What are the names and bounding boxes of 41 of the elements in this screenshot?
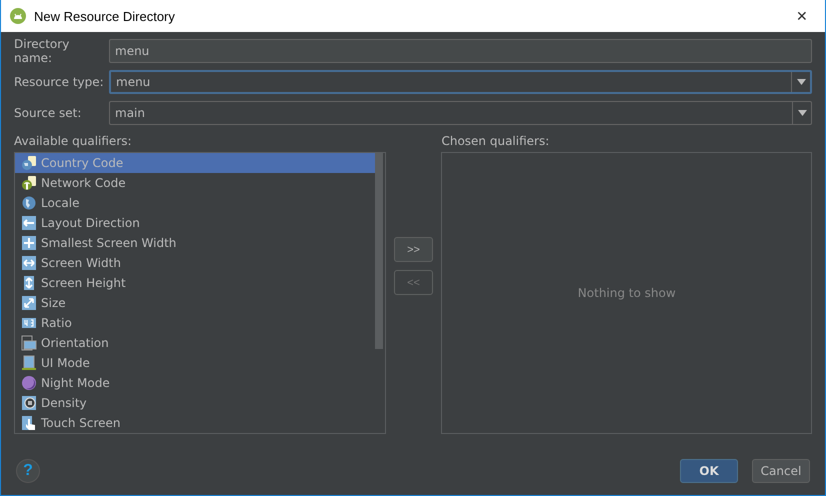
list-heading: Available qualifiers:	[14, 134, 133, 150]
list-item[interactable]: Locale	[15, 193, 375, 213]
field-label: Resource type:	[14, 75, 105, 89]
list-item[interactable]: Layout Direction	[15, 213, 375, 233]
list-item[interactable]: Smallest Screen Width	[15, 233, 375, 253]
dropdown[interactable]: main	[109, 101, 812, 125]
help-button[interactable]: ?	[16, 459, 40, 483]
list-item[interactable]: Ratio	[15, 313, 375, 333]
moon-icon	[21, 375, 37, 391]
hand-pointer-icon	[21, 415, 37, 431]
device-stand-icon	[21, 355, 37, 371]
cancel-button[interactable]: Cancel	[752, 459, 810, 483]
scrollbar-thumb[interactable]	[374, 153, 383, 349]
ratio-icon	[21, 315, 37, 331]
list-item[interactable]: Night Mode	[15, 373, 375, 393]
caret-icon	[798, 110, 806, 116]
window-title: New Resource Directory	[34, 8, 176, 24]
caret-icon	[796, 79, 806, 85]
list-heading: Chosen qualifiers:	[441, 134, 550, 150]
dropdown[interactable]: menu	[109, 70, 812, 94]
screens-icon	[21, 335, 37, 351]
antenna-sim-icon	[21, 175, 37, 191]
globe-sim-icon	[21, 155, 37, 171]
ok-button[interactable]: OK	[680, 459, 738, 483]
list-item[interactable]: Screen Height	[15, 273, 375, 293]
list-item[interactable]: UI Mode	[15, 353, 375, 373]
list-item[interactable]: Screen Width	[15, 253, 375, 273]
list-item[interactable]: Network Code	[15, 173, 375, 193]
text-field[interactable]: menu	[109, 39, 812, 63]
list-item[interactable]: Touch Screen	[15, 413, 375, 433]
empty-text: Nothing to show	[578, 286, 676, 300]
list-item[interactable]: Size	[15, 293, 375, 313]
field-label: Source set:	[14, 106, 82, 120]
add-button[interactable]: >>	[394, 237, 433, 262]
diagonal-arrow-icon	[21, 295, 37, 311]
list-item[interactable]: Density	[15, 393, 375, 413]
globe-icon	[21, 195, 37, 211]
four-way-arrows-icon	[21, 235, 37, 251]
list-item[interactable]: Orientation	[15, 333, 375, 353]
android-icon	[10, 8, 26, 24]
field-label: Directory name:	[14, 37, 70, 65]
